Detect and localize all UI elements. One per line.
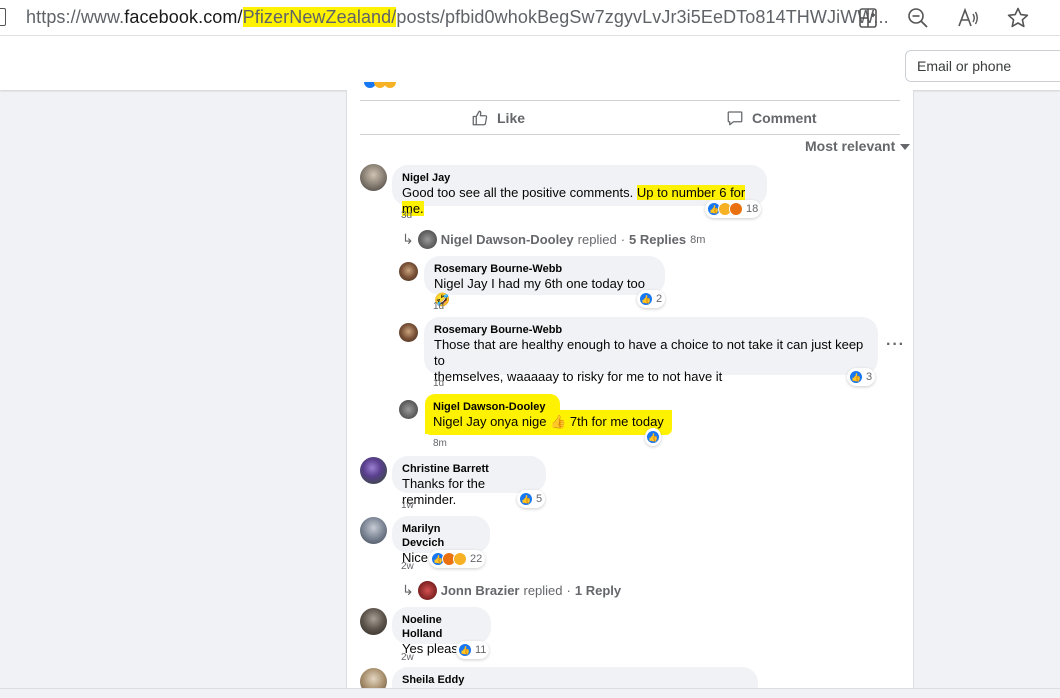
reaction-count: 18 [746,203,759,215]
reactions-badge[interactable]: 👍 18 [705,200,762,218]
post-reactions-summary[interactable] [364,82,400,90]
reaction-count: 11 [475,644,487,656]
comment-text-part: Good too see all the positive comments. [402,185,637,200]
avatar[interactable] [360,164,387,191]
reply-author: Jonn Brazier [440,583,520,598]
angry-reaction-icon [729,202,743,216]
divider [360,100,900,101]
like-reaction-icon: 👍 [849,370,863,384]
comment-bubble: Rosemary Bourne-Webb Nigel Jay I had my … [424,256,665,307]
comment-timestamp[interactable]: 2w [401,652,414,663]
sort-comments-dropdown[interactable]: Most relevant [805,138,911,154]
reactions-badge[interactable]: 👍 3 [847,368,876,386]
like-reaction-icon: 👍 [646,430,660,444]
reply-arrow-icon: ↳ [402,231,414,247]
wow-reaction-icon [453,552,467,566]
comment-timestamp[interactable]: 3d [401,210,412,221]
reactions-badge[interactable]: 👍 2 [637,290,666,308]
reactions-badge[interactable]: 👍 22 [429,550,486,568]
browser-toolbar: https://www.facebook.com/PfizerNewZealan… [0,0,1060,36]
reply-author: Nigel Dawson-Dooley [440,232,574,247]
avatar [417,581,437,600]
read-aloud-icon[interactable] [956,6,980,30]
comment-text: Nigel Jay onya nige 👍 7th for me today [433,414,664,429]
comment-bubble: Noeline Holland Yes please [392,607,491,656]
comment-author[interactable]: Rosemary Bourne-Webb [434,323,868,337]
comment-icon [727,111,743,126]
reaction-count: 3 [866,371,873,383]
comment-label: Comment [752,110,817,126]
thumbs-up-icon [472,110,488,126]
comment-author[interactable]: Nigel Jay [402,171,757,185]
avatar[interactable] [399,262,418,281]
like-button[interactable]: Like [471,104,525,132]
divider [360,134,900,135]
comment-author[interactable]: Marilyn Devcich [402,522,480,550]
avatar[interactable] [360,517,387,544]
comment-text-line: Those that are healthy enough to have a … [434,337,864,368]
url-highlight: PfizerNewZealand/ [242,7,397,27]
avatar[interactable] [399,400,418,419]
comment-button[interactable]: Comment [726,104,817,132]
comment-author[interactable]: Nigel Dawson-Dooley [433,400,664,414]
reply-arrow-icon: ↳ [402,582,414,598]
comment-bubble: Christine Barrett Thanks for the reminde… [392,456,546,507]
reply-count: 1 Reply [574,583,622,598]
comment-timestamp[interactable]: 1w [401,500,414,511]
comment-timestamp[interactable]: 1d [433,301,444,312]
wow-reaction-icon [384,82,396,88]
address-bar[interactable]: https://www.facebook.com/PfizerNewZealan… [26,7,889,28]
comment-text: Good too see all the positive comments. … [402,185,757,217]
avatar [417,230,437,249]
caret-down-icon [900,144,911,150]
more-options-icon[interactable]: ··· [886,336,905,354]
tab-edge-icon [0,8,6,26]
reactions-badge[interactable]: 👍 5 [517,490,546,508]
like-reaction-icon: 👍 [519,492,533,506]
url-rest: posts/pfbid0whokBegSw7zgyvLvJr3i5EeDTo81… [396,7,889,27]
replies-summary[interactable]: ↳ Nigel Dawson-Dooley replied · 5 Replie… [402,230,705,249]
like-reaction-icon: 👍 [458,643,472,657]
comment-timestamp[interactable]: 2w [401,561,414,572]
comment-bubble: Marilyn Devcich Nice try 😂 [392,516,490,565]
email-field[interactable] [905,50,1060,82]
comment-author[interactable]: Sheila Eddy [402,673,748,687]
reaction-count: 5 [536,493,543,505]
comment-author[interactable]: Rosemary Bourne-Webb [434,262,655,276]
comment-bubble: Nigel Dawson-Dooley Nigel Jay onya nige … [433,400,664,430]
comment-bubble: Rosemary Bourne-Webb Those that are heal… [424,317,878,384]
reply-timestamp: 8m [690,233,706,246]
url-prefix: https://www. [26,7,125,27]
comment-author[interactable]: Noeline Holland [402,613,481,641]
comment-timestamp[interactable]: 8m [433,438,447,449]
avatar[interactable] [399,323,418,342]
url-host: facebook.com/ [124,7,243,27]
reaction-count: 2 [656,293,663,305]
reaction-count: 22 [470,553,483,565]
avatar[interactable] [360,457,387,484]
comment-timestamp[interactable]: 1d [433,378,444,389]
replies-summary[interactable]: ↳ Jonn Brazier replied · 1 Reply [402,581,621,600]
replied-label: replied [523,583,563,598]
comment-text-line: themselves, waaaaay to risky for me to n… [434,369,723,384]
like-label: Like [497,110,526,126]
facebook-header [0,36,1060,90]
zoom-out-icon[interactable] [906,6,930,30]
reactions-badge[interactable]: 👍 [645,428,661,446]
separator: · [566,583,571,598]
comment-text: Thanks for the reminder. [402,476,486,507]
reply-count: 5 Replies [629,232,687,247]
comment-author[interactable]: Christine Barrett [402,462,536,476]
reactions-badge[interactable]: 👍 11 [456,641,490,659]
favorite-star-icon[interactable] [1006,6,1030,30]
replied-label: replied [577,232,617,247]
avatar[interactable] [360,608,387,635]
split-screen-icon[interactable] [856,6,880,30]
like-reaction-icon: 👍 [639,292,653,306]
separator: · [620,232,626,247]
comment-text: Nigel Jay I had my 6th one today too 🤣 [434,276,646,307]
sort-label: Most relevant [805,138,896,154]
bottom-bar [0,688,1060,698]
